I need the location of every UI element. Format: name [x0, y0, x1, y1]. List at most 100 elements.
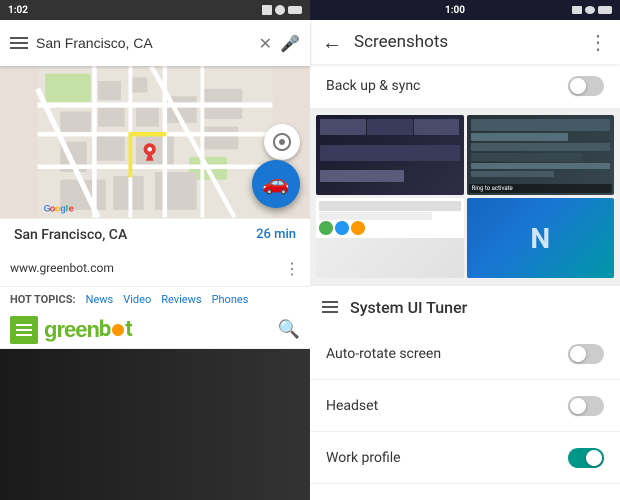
hot-link-video[interactable]: Video: [123, 293, 151, 306]
search-bar: ✕ 🎤: [0, 20, 310, 66]
mic-icon[interactable]: 🎤: [280, 34, 300, 53]
screenshot-thumb-1[interactable]: [316, 115, 464, 195]
setting-auto-rotate: Auto-rotate screen: [310, 328, 620, 380]
setting-headset: Headset: [310, 380, 620, 432]
map-area: G o o g l e 🚗: [0, 66, 310, 218]
thumb-circle: [335, 221, 349, 235]
thumb-content-2: [467, 115, 615, 181]
hot-topics-bar: HOT TOPICS: News Video Reviews Phones: [0, 287, 310, 312]
thumb-row: [319, 201, 461, 211]
locate-icon: [273, 133, 291, 151]
right-battery-icon: [598, 6, 612, 14]
setting-label-work-profile: Work profile: [326, 450, 568, 466]
right-status-icons: [572, 6, 612, 14]
thumb-row: [319, 212, 432, 220]
browser-search-icon[interactable]: 🔍: [278, 319, 300, 340]
thumb-tile: [367, 119, 413, 135]
tuner-header: System UI Tuner: [310, 284, 620, 328]
setting-label-headset: Headset: [326, 398, 568, 414]
thumb-tile: [320, 170, 404, 182]
url-menu-icon[interactable]: ⋮: [284, 259, 300, 278]
setting-label-auto-rotate: Auto-rotate screen: [326, 346, 568, 362]
left-status-icons: [262, 5, 302, 15]
location-name: San Francisco, CA: [14, 227, 127, 243]
time-badge: 26 min: [256, 227, 296, 242]
backup-toggle-thumb: [570, 78, 586, 94]
work-profile-thumb: [586, 450, 602, 466]
thumb-content-4: N: [467, 198, 615, 278]
hot-link-news[interactable]: News: [86, 293, 114, 306]
svg-text:l: l: [66, 203, 69, 213]
right-panel: 1:00 ← Screenshots ⋮ Back up & sync: [310, 0, 620, 500]
wifi-icon: [275, 5, 285, 15]
auto-rotate-thumb: [570, 346, 586, 362]
clear-icon[interactable]: ✕: [259, 34, 272, 53]
right-status-bar: 1:00: [310, 0, 620, 20]
greenbot-image-area: [0, 349, 310, 500]
thumb-tile: [320, 145, 460, 161]
screenshot-thumb-2[interactable]: Ring to activate: [467, 115, 615, 195]
left-status-bar: 1:02: [0, 0, 310, 20]
url-bar: www.greenbot.com ⋮: [0, 251, 310, 287]
greenbot-bar: green b t 🔍: [0, 312, 310, 349]
tuner-title: System UI Tuner: [350, 298, 608, 317]
thumb-row: [471, 163, 611, 169]
screenshots-grid: Ring to activate N: [310, 109, 620, 284]
signal-icon: [262, 5, 272, 15]
work-profile-toggle[interactable]: [568, 448, 604, 468]
thumb-row: [471, 133, 569, 141]
map-canvas: G o o g l e 🚗: [0, 66, 310, 218]
thumb-content-3: [316, 198, 464, 238]
auto-rotate-toggle[interactable]: [568, 344, 604, 364]
svg-text:e: e: [69, 203, 74, 213]
search-input[interactable]: [36, 35, 251, 51]
left-status-time: 1:02: [8, 5, 28, 16]
car-icon: 🚗: [262, 171, 289, 196]
hot-link-reviews[interactable]: Reviews: [161, 293, 201, 306]
right-status-time: 1:00: [445, 5, 465, 16]
greenbot-menu-icon[interactable]: [10, 316, 38, 344]
screenshot-thumb-3[interactable]: [316, 198, 464, 278]
headset-toggle[interactable]: [568, 396, 604, 416]
thumb-row: [471, 119, 611, 131]
greenbot-logo-suffix: b: [99, 317, 111, 342]
thumb-circle: [319, 221, 333, 235]
headset-thumb: [570, 398, 586, 414]
hamburger-icon[interactable]: [10, 37, 28, 49]
thumb-row: [471, 153, 583, 161]
right-wifi-icon: [585, 6, 595, 14]
hot-link-phones[interactable]: Phones: [212, 293, 249, 306]
tuner-menu-icon[interactable]: [322, 301, 338, 313]
greenbot-logo-end: t: [125, 317, 132, 342]
greenbot-dot: [111, 319, 125, 341]
screenshots-header: ← Screenshots ⋮: [310, 20, 620, 64]
settings-list: Auto-rotate screen Headset Work profile …: [310, 328, 620, 500]
backup-label: Back up & sync: [326, 78, 420, 94]
right-signal-icon: [572, 6, 582, 14]
backup-section: Back up & sync: [310, 64, 620, 109]
android-n-logo: N: [530, 222, 550, 255]
backup-toggle[interactable]: [568, 76, 604, 96]
battery-icon: [288, 6, 302, 14]
back-button[interactable]: ←: [322, 30, 342, 55]
thumb-circle: [351, 221, 365, 235]
screenshots-more-icon[interactable]: ⋮: [588, 30, 608, 54]
thumb-row: [471, 171, 555, 177]
hot-topics-label: HOT TOPICS:: [10, 293, 76, 306]
location-label-bar: San Francisco, CA 26 min: [0, 218, 310, 251]
url-text[interactable]: www.greenbot.com: [10, 261, 278, 275]
thumb-tile: [414, 119, 460, 135]
greenbot-logo-text: green: [44, 317, 99, 343]
thumb-tile: [320, 119, 366, 135]
setting-work-profile: Work profile: [310, 432, 620, 484]
screenshots-title: Screenshots: [354, 32, 576, 52]
thumb-row: [471, 143, 611, 151]
setting-cast: Cast: [310, 484, 620, 500]
left-panel: 1:02 ✕ 🎤: [0, 0, 310, 500]
thumb-content-1: [316, 115, 464, 195]
screenshot-thumb-4[interactable]: N: [467, 198, 615, 278]
locate-button[interactable]: [264, 124, 300, 160]
navigate-fab[interactable]: 🚗: [252, 160, 300, 208]
greenbot-logo: green b t: [44, 317, 133, 343]
thumb-circles: [319, 221, 461, 235]
